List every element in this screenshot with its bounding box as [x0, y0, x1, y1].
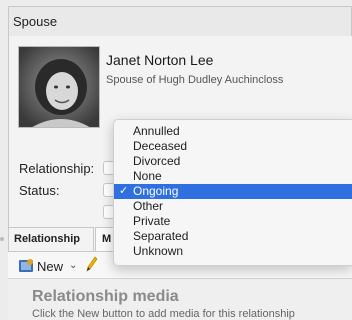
new-button-label: New [37, 259, 64, 274]
menu-item-divorced[interactable]: Divorced [114, 154, 352, 169]
panel-title-bar: Spouse [8, 6, 352, 36]
menu-item-deceased[interactable]: Deceased [114, 139, 352, 154]
chevron-down-icon: ⌄ [69, 260, 78, 271]
menu-item-none[interactable]: None [114, 169, 352, 184]
media-title: Relationship media [32, 288, 179, 305]
person-relation-text: Spouse of Hugh Dudley Auchincloss [106, 74, 284, 86]
menu-item-private[interactable]: Private [114, 214, 352, 229]
menu-item-unknown[interactable]: Unknown [114, 244, 352, 259]
status-dropdown-menu: Annulled Deceased Divorced None ✓ Ongoin… [113, 119, 352, 266]
media-hint: Click the New button to add media for th… [32, 308, 295, 320]
menu-item-separated[interactable]: Separated [114, 229, 352, 244]
menu-item-label: Other [133, 199, 164, 213]
menu-item-label: Divorced [133, 154, 181, 168]
menu-item-label: Unknown [133, 244, 184, 258]
tab-relationship-label: Relationship [14, 233, 81, 245]
menu-item-label: Ongoing [133, 184, 179, 198]
menu-item-other[interactable]: Other [114, 199, 352, 214]
new-media-icon [18, 258, 34, 277]
media-placeholder: Relationship media Click the New button … [8, 279, 352, 320]
menu-item-ongoing[interactable]: ✓ Ongoing [114, 184, 352, 199]
menu-item-label: None [133, 169, 162, 183]
pencil-icon[interactable] [86, 256, 98, 275]
tab-relationship[interactable]: Relationship [8, 227, 94, 251]
resize-handle[interactable] [0, 237, 4, 241]
menu-item-label: Separated [133, 229, 189, 243]
menu-item-label: Deceased [133, 139, 188, 153]
tab-media-label: M [102, 233, 112, 245]
menu-item-label: Private [133, 214, 171, 228]
menu-item-annulled[interactable]: Annulled [114, 124, 352, 139]
person-photo [18, 46, 100, 128]
panel-title: Spouse [13, 14, 58, 29]
menu-item-label: Annulled [133, 124, 180, 138]
person-name: Janet Norton Lee [106, 52, 214, 68]
relationship-label: Relationship: [19, 161, 95, 176]
status-label: Status: [19, 183, 60, 198]
checkmark-icon: ✓ [119, 185, 129, 197]
